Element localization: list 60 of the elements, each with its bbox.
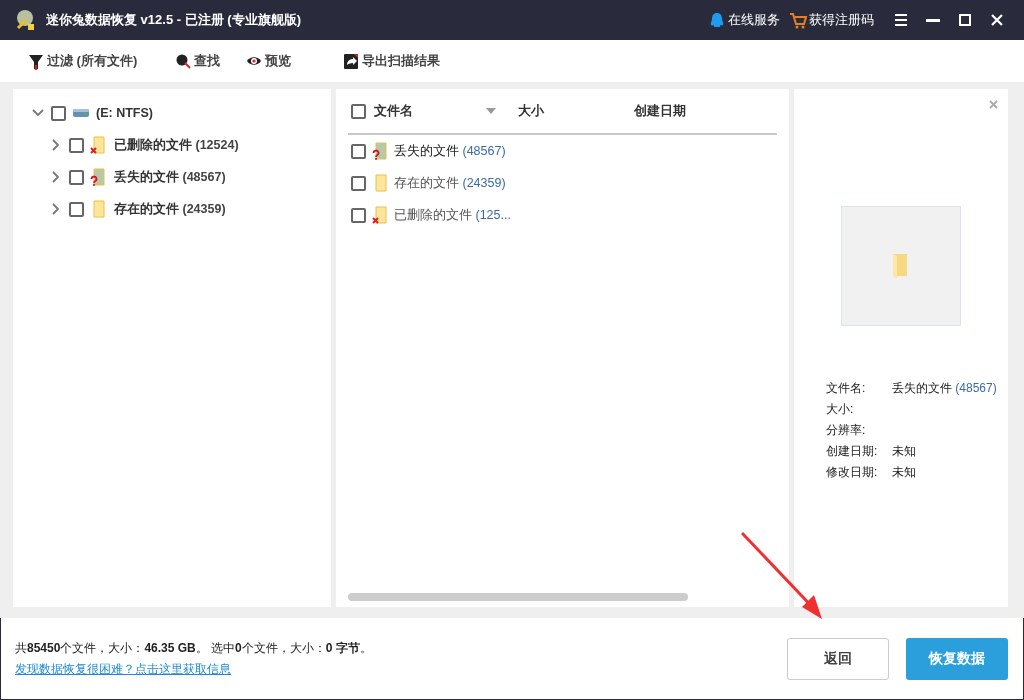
minimize-icon (926, 18, 940, 22)
file-name-cell[interactable]: 丢失的文件 (48567) (394, 142, 506, 160)
detail-value: 未知 (892, 464, 917, 481)
title-bar-link[interactable]: 获得注册码 (790, 11, 874, 29)
tree-item[interactable]: 存在的文件 (24359) (114, 200, 226, 218)
maximize-icon (957, 12, 973, 28)
checkbox[interactable] (69, 137, 84, 153)
back-button[interactable]: 返回 (787, 637, 889, 680)
toolbar-button[interactable]: 预览 (246, 52, 292, 70)
search-icon (175, 52, 192, 70)
checkbox[interactable] (69, 169, 84, 185)
column-header[interactable]: 创建日期 (634, 102, 754, 120)
export-icon (343, 52, 360, 70)
detail-label: 分辨率: (826, 422, 867, 439)
penguin-icon (709, 11, 726, 29)
toolbar-button[interactable]: 过滤 (所有文件) (28, 52, 138, 70)
file-name-cell[interactable]: 已删除的文件 (125... (394, 206, 511, 224)
lost-folder-icon (372, 142, 388, 160)
detail-value: 未知 (892, 443, 917, 460)
checkbox[interactable] (51, 105, 66, 121)
help-link[interactable]: 发现数据恢复很困难？点击这里获取信息 (15, 660, 770, 678)
scrollbar[interactable] (348, 593, 688, 601)
checkbox[interactable] (351, 175, 366, 191)
detail-label: 创建日期: (826, 443, 879, 460)
detail-value: 丢失的文件 (48567) (892, 380, 998, 397)
app-logo-icon (14, 8, 36, 32)
toolbar-button[interactable]: 导出扫描结果 (343, 52, 441, 70)
drive-label: (E: NTFS) (96, 106, 153, 120)
checkbox[interactable] (351, 103, 366, 119)
chevron-right-icon (50, 203, 62, 215)
file-name-cell[interactable]: 存在的文件 (24359) (394, 174, 506, 192)
chevron-right-icon (50, 171, 62, 183)
title-bar-link[interactable]: 在线服务 (709, 11, 780, 29)
close-icon (989, 12, 1005, 28)
detail-label: 文件名: (826, 380, 867, 397)
detail-label: 大小: (826, 401, 855, 418)
scan-summary: 共85450个文件，大小：46.35 GB。 选中0个文件，大小：0 字节。 (15, 639, 373, 657)
folder-icon (90, 200, 106, 218)
menu-icon (893, 12, 909, 28)
filter-icon (28, 52, 44, 70)
column-header[interactable]: 文件名 (374, 102, 486, 120)
tree-item[interactable]: 已删除的文件 (12524) (114, 136, 239, 154)
window-title: 迷你兔数据恢复 v12.5 - 已注册 (专业旗舰版) (46, 11, 302, 29)
column-header[interactable]: 大小 (518, 102, 634, 120)
sort-arrow-icon (486, 108, 496, 114)
deleted-folder-icon (372, 206, 388, 224)
detail-label: 修改日期: (826, 464, 879, 481)
checkbox[interactable] (351, 207, 366, 223)
checkbox[interactable] (351, 143, 366, 159)
checkbox[interactable] (69, 201, 84, 217)
tree-item[interactable]: 丢失的文件 (48567) (114, 168, 226, 186)
drive-icon (72, 107, 90, 119)
deleted-folder-icon (90, 136, 106, 154)
toolbar-button[interactable]: 查找 (175, 52, 221, 70)
cart-icon (790, 11, 807, 29)
folder-icon (372, 174, 388, 192)
chevron-down-icon (32, 107, 44, 119)
close-icon (989, 100, 998, 109)
chevron-right-icon (50, 139, 62, 151)
lost-folder-icon (90, 168, 106, 186)
